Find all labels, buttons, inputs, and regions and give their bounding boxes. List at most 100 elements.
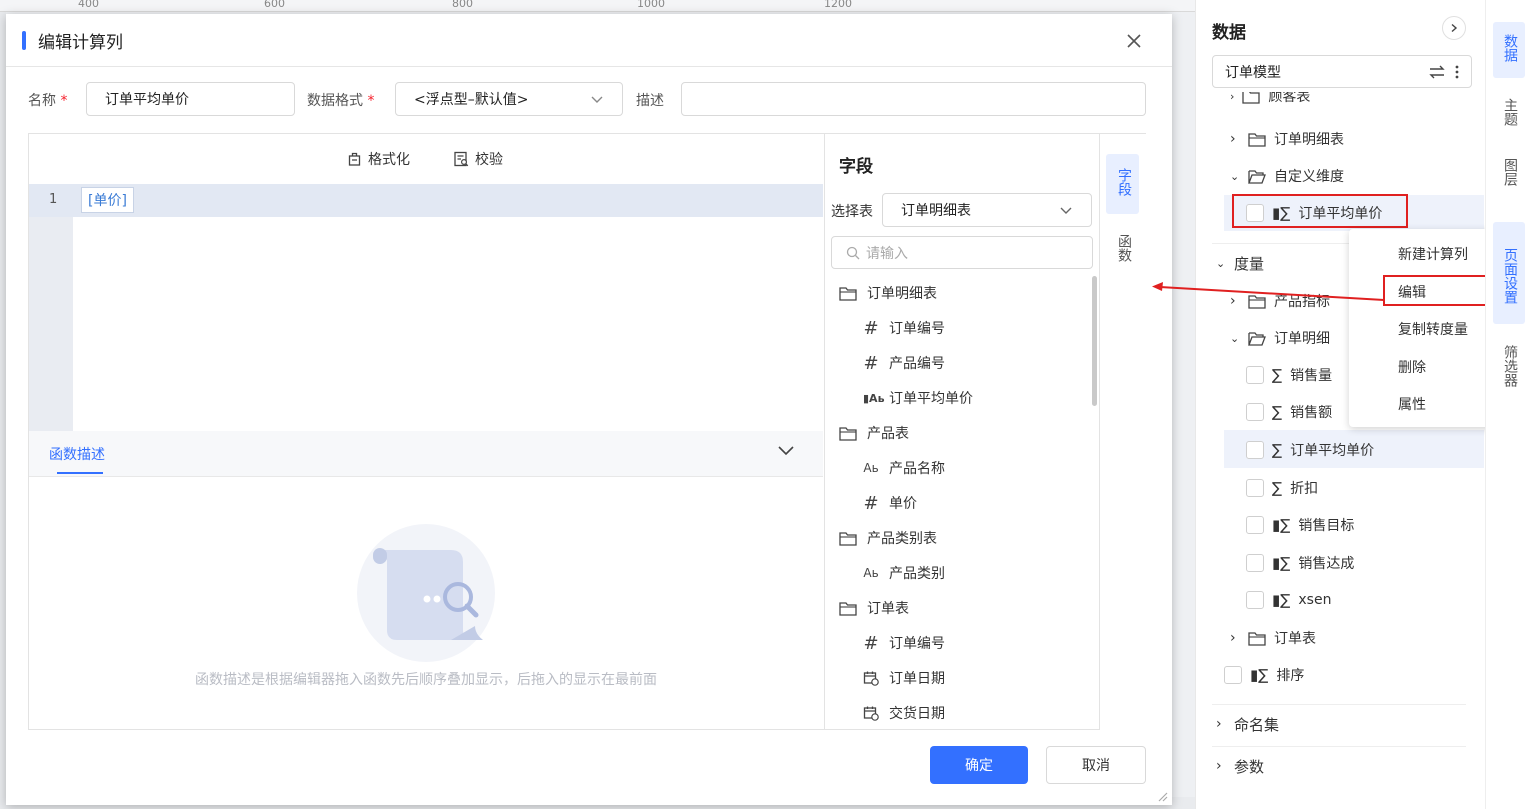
tree-folder[interactable]: › 订单表 xyxy=(1230,625,1316,651)
checkbox[interactable] xyxy=(1246,516,1264,534)
chevron-right-icon: › xyxy=(1230,630,1236,646)
folder-icon xyxy=(839,601,857,616)
number-icon: # xyxy=(863,317,879,339)
chevron-right-icon: › xyxy=(1230,131,1236,147)
checkbox[interactable] xyxy=(1246,441,1264,459)
tree-field[interactable]: # 订单编号 xyxy=(863,631,945,655)
tab-fields[interactable]: 字段 xyxy=(1114,168,1134,196)
tab-theme[interactable]: 主题 xyxy=(1500,98,1520,126)
validate-icon xyxy=(454,151,469,167)
tree-field[interactable]: ▮Aь 订单平均单价 xyxy=(863,386,973,410)
tree-label: 订单明细表 xyxy=(1274,132,1344,148)
search-placeholder: 请输入 xyxy=(866,245,908,262)
data-panel-title: 数据 xyxy=(1212,23,1246,43)
tree-field[interactable]: # 产品编号 xyxy=(863,351,945,375)
title-divider xyxy=(6,66,1172,67)
tree-field[interactable]: Aь 产品类别 xyxy=(863,561,945,585)
measure-item[interactable]: ∑ 销售量 xyxy=(1246,362,1332,388)
measures-section[interactable]: ⌄ 度量 xyxy=(1216,250,1264,276)
more-icon[interactable] xyxy=(1455,65,1459,79)
measure-item[interactable]: ∑ 订单平均单价 xyxy=(1246,437,1374,463)
chevron-down-icon[interactable] xyxy=(777,443,795,457)
format-select[interactable]: <浮点型–默认值> xyxy=(395,82,623,116)
tree-folder[interactable]: ⌄ 订单明细 xyxy=(1230,325,1330,351)
section-label: 度量 xyxy=(1234,254,1265,273)
checkbox[interactable] xyxy=(1246,403,1264,421)
field-search-input[interactable]: 请输入 xyxy=(831,236,1093,269)
name-input[interactable]: 订单平均单价 xyxy=(86,82,295,116)
tab-filters[interactable]: 筛选器 xyxy=(1500,345,1520,387)
tree-label: 订单明细表 xyxy=(867,286,937,302)
format-button[interactable]: 格式化 xyxy=(347,149,410,169)
sigma-icon: ∑ xyxy=(1272,479,1283,497)
validate-button[interactable]: 校验 xyxy=(453,149,503,169)
tree-folder[interactable]: 产品类别表 xyxy=(839,526,937,550)
tree-field[interactable]: # 订单编号 xyxy=(863,316,945,340)
measure-item[interactable]: ▮∑ 销售达成 xyxy=(1246,550,1354,576)
menu-item-copy-to-measure[interactable]: 复制转度量 xyxy=(1398,319,1468,339)
code-area[interactable] xyxy=(29,184,823,431)
number-icon: # xyxy=(863,492,879,514)
checkbox[interactable] xyxy=(1246,479,1264,497)
sort-item[interactable]: ▮∑ 排序 xyxy=(1224,662,1304,688)
tab-page-settings[interactable]: 页面设置 xyxy=(1500,248,1520,304)
format-label: 数据格式 * xyxy=(307,90,374,110)
measure-item[interactable]: ∑ 销售额 xyxy=(1246,399,1332,425)
tree-folder[interactable]: 产品表 xyxy=(839,421,909,445)
ruler-tick: 1200 xyxy=(824,0,852,10)
function-description-header[interactable]: 函数描述 xyxy=(29,431,823,477)
ok-button[interactable]: 确定 xyxy=(930,746,1028,784)
params-section[interactable]: › 参数 xyxy=(1216,753,1264,779)
field-token[interactable]: [单价] xyxy=(81,187,134,213)
tab-data[interactable]: 数据 xyxy=(1500,34,1520,62)
chevron-right-icon: › xyxy=(1216,758,1222,774)
switch-icon[interactable] xyxy=(1429,65,1445,79)
line-number: 1 xyxy=(49,192,58,207)
cancel-button[interactable]: 取消 xyxy=(1046,746,1146,784)
tree-folder[interactable]: › 订单明细表 xyxy=(1230,126,1344,152)
tree-field[interactable]: Aь 产品名称 xyxy=(863,456,945,480)
tree-folder[interactable]: 订单表 xyxy=(839,596,909,620)
checkbox[interactable] xyxy=(1224,666,1242,684)
calc-measure-icon: ▮∑ xyxy=(1250,666,1269,684)
collapse-panel-button[interactable] xyxy=(1442,16,1466,40)
close-icon[interactable] xyxy=(1123,30,1145,52)
tree-field[interactable]: # 单价 xyxy=(863,491,917,515)
name-label-text: 名称 xyxy=(28,93,56,109)
ruler-tick: 400 xyxy=(78,0,99,10)
tab-layers[interactable]: 图层 xyxy=(1500,158,1520,186)
checkbox[interactable] xyxy=(1246,554,1264,572)
menu-item-new-calc-column[interactable]: 新建计算列 xyxy=(1398,244,1468,264)
tree-folder[interactable]: ⌄ 自定义维度 xyxy=(1230,163,1344,189)
measure-item[interactable]: ▮∑ 销售目标 xyxy=(1246,512,1354,538)
format-button-label: 格式化 xyxy=(368,152,410,168)
ruler: 400 600 800 1000 1200 xyxy=(0,0,1195,12)
resize-handle-icon[interactable] xyxy=(1156,790,1168,802)
description-input[interactable] xyxy=(681,82,1146,116)
tree-label: 产品编号 xyxy=(889,356,945,372)
model-select[interactable]: 订单模型 xyxy=(1212,55,1472,88)
tab-underline xyxy=(57,472,103,474)
tree-field[interactable]: 交货日期 xyxy=(863,701,945,725)
name-input-value: 订单平均单价 xyxy=(105,92,189,108)
measure-item[interactable]: ▮∑ xsen xyxy=(1246,587,1331,613)
folder-open-icon xyxy=(1248,169,1266,184)
tree-folder[interactable]: › 顾客表 xyxy=(1230,92,1310,109)
function-description-tab[interactable]: 函数描述 xyxy=(49,444,105,464)
tree-field[interactable]: 订单日期 xyxy=(863,666,945,690)
calc-measure-icon: ▮∑ xyxy=(1272,516,1291,534)
checkbox[interactable] xyxy=(1246,591,1264,609)
tree-folder[interactable]: 订单明细表 xyxy=(839,281,937,305)
measure-item[interactable]: ∑ 折扣 xyxy=(1246,475,1318,501)
sigma-icon: ∑ xyxy=(1272,366,1283,384)
checkbox[interactable] xyxy=(1246,366,1264,384)
table-select[interactable]: 订单明细表 xyxy=(882,193,1092,227)
menu-item-properties[interactable]: 属性 xyxy=(1398,394,1426,414)
tab-functions[interactable]: 函数 xyxy=(1114,234,1134,262)
folder-icon xyxy=(1248,132,1266,147)
tree-scrollbar[interactable] xyxy=(1092,276,1097,406)
context-menu: 新建计算列 编辑 复制转度量 删除 属性 xyxy=(1349,229,1498,427)
named-sets-section[interactable]: › 命名集 xyxy=(1216,711,1279,737)
function-description-empty: 函数描述是根据编辑器拖入函数先后顺序叠加显示，后拖入的显示在最前面 xyxy=(29,477,823,730)
menu-item-delete[interactable]: 删除 xyxy=(1398,357,1426,377)
